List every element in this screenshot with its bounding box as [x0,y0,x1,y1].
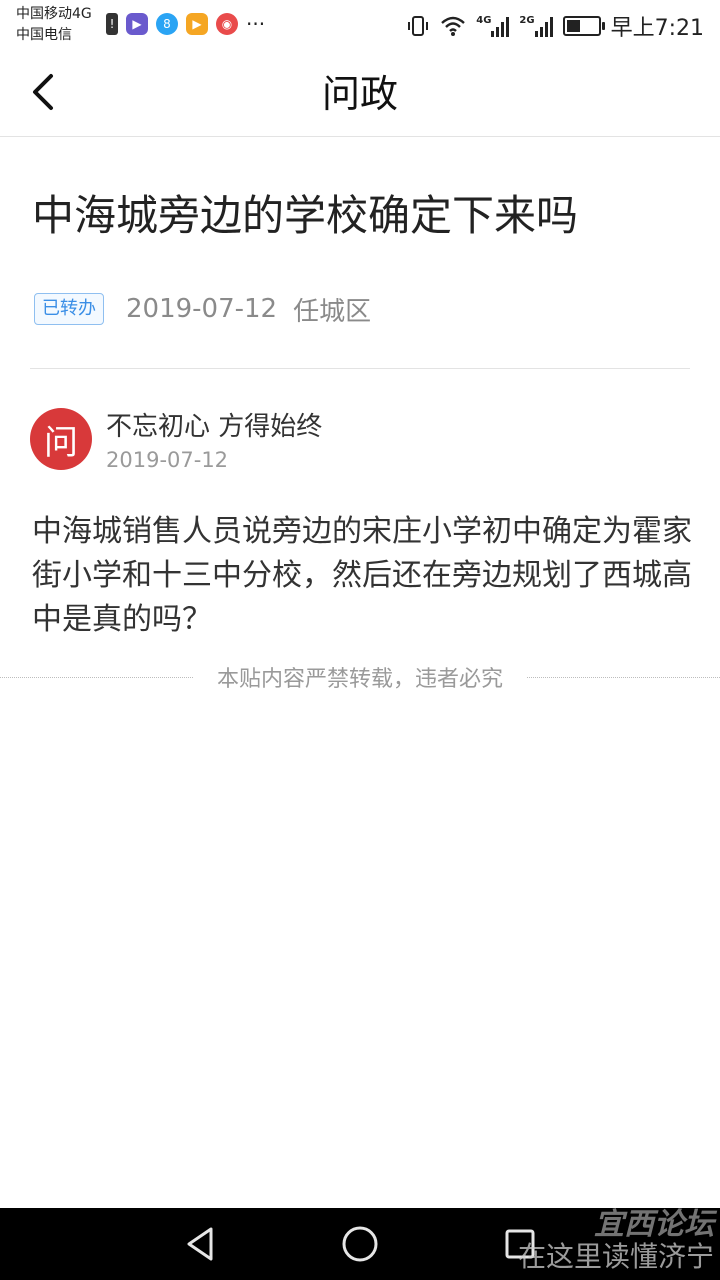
avatar[interactable]: 问 [30,408,92,470]
circle-home-icon [342,1226,378,1262]
nav-home-button[interactable] [338,1222,382,1266]
signal-2g: 2G [519,15,553,37]
question-content: 中海城销售人员说旁边的宋庄小学初中确定为霍家街小学和十三中分校，然后还在旁边规划… [32,514,692,637]
vibrate-icon [408,16,429,36]
dotted-line-right [527,676,720,678]
status-badge: 已转办 [34,293,104,325]
app-header: 问政 [0,50,720,137]
alert-icon: ! [106,13,118,35]
battery-icon [562,16,605,36]
signal-bars-icon [534,15,553,37]
page-title: 问政 [321,72,398,116]
status-right: 4G 2G 早上7:21 [406,10,704,42]
watermark: 宜西论坛 在这里读懂济宁 [518,1210,714,1274]
triangle-back-icon [187,1227,213,1261]
question-area: 任城区 [293,296,372,327]
author-date: 2019-07-12 [106,448,229,472]
question-meta: 已转办 2019-07-12 任城区 [34,291,371,327]
app-8-icon: 8 [156,13,178,35]
battery-level [566,20,581,32]
watermark-line-1: 宜西论坛 [594,1207,714,1242]
carrier-1: 中国移动4G [16,6,92,22]
carrier-info: 中国移动4G 中国电信 [16,4,92,46]
wifi-icon [441,16,466,36]
author-info: 不忘初心 方得始终 2019-07-12 [106,408,322,474]
carrier-2: 中国电信 [16,27,72,43]
author-name[interactable]: 不忘初心 方得始终 [106,410,322,444]
author-block: 问 不忘初心 方得始终 2019-07-12 [30,408,322,474]
video-app-icon: ▶ [126,13,148,35]
play-store-icon: ▶ [186,13,208,35]
clock: 早上7:21 [610,16,704,41]
notification-icons: ! ▶ 8 ▶ ◉ ··· [106,12,265,36]
divider [30,368,690,369]
question-date: 2019-07-12 [126,294,278,324]
more-notifications-icon: ··· [246,12,266,36]
dotted-line-left [0,676,193,678]
copyright-notice: 本贴内容严禁转载，违者必究 [0,660,720,694]
weibo-icon: ◉ [216,13,238,35]
signal-bars-icon [491,15,510,37]
status-bar: 中国移动4G 中国电信 ! ▶ 8 ▶ ◉ ··· 4G 2G 早上7:21 [0,0,720,50]
watermark-line-2: 在这里读懂济宁 [517,1240,714,1273]
question-title: 中海城旁边的学校确定下来吗 [32,191,579,240]
signal-4g: 4G [476,15,510,37]
nav-back-button[interactable] [178,1222,222,1266]
system-nav-bar: 宜西论坛 在这里读懂济宁 [0,1208,720,1280]
notice-text: 本贴内容严禁转载，违者必究 [217,667,504,692]
